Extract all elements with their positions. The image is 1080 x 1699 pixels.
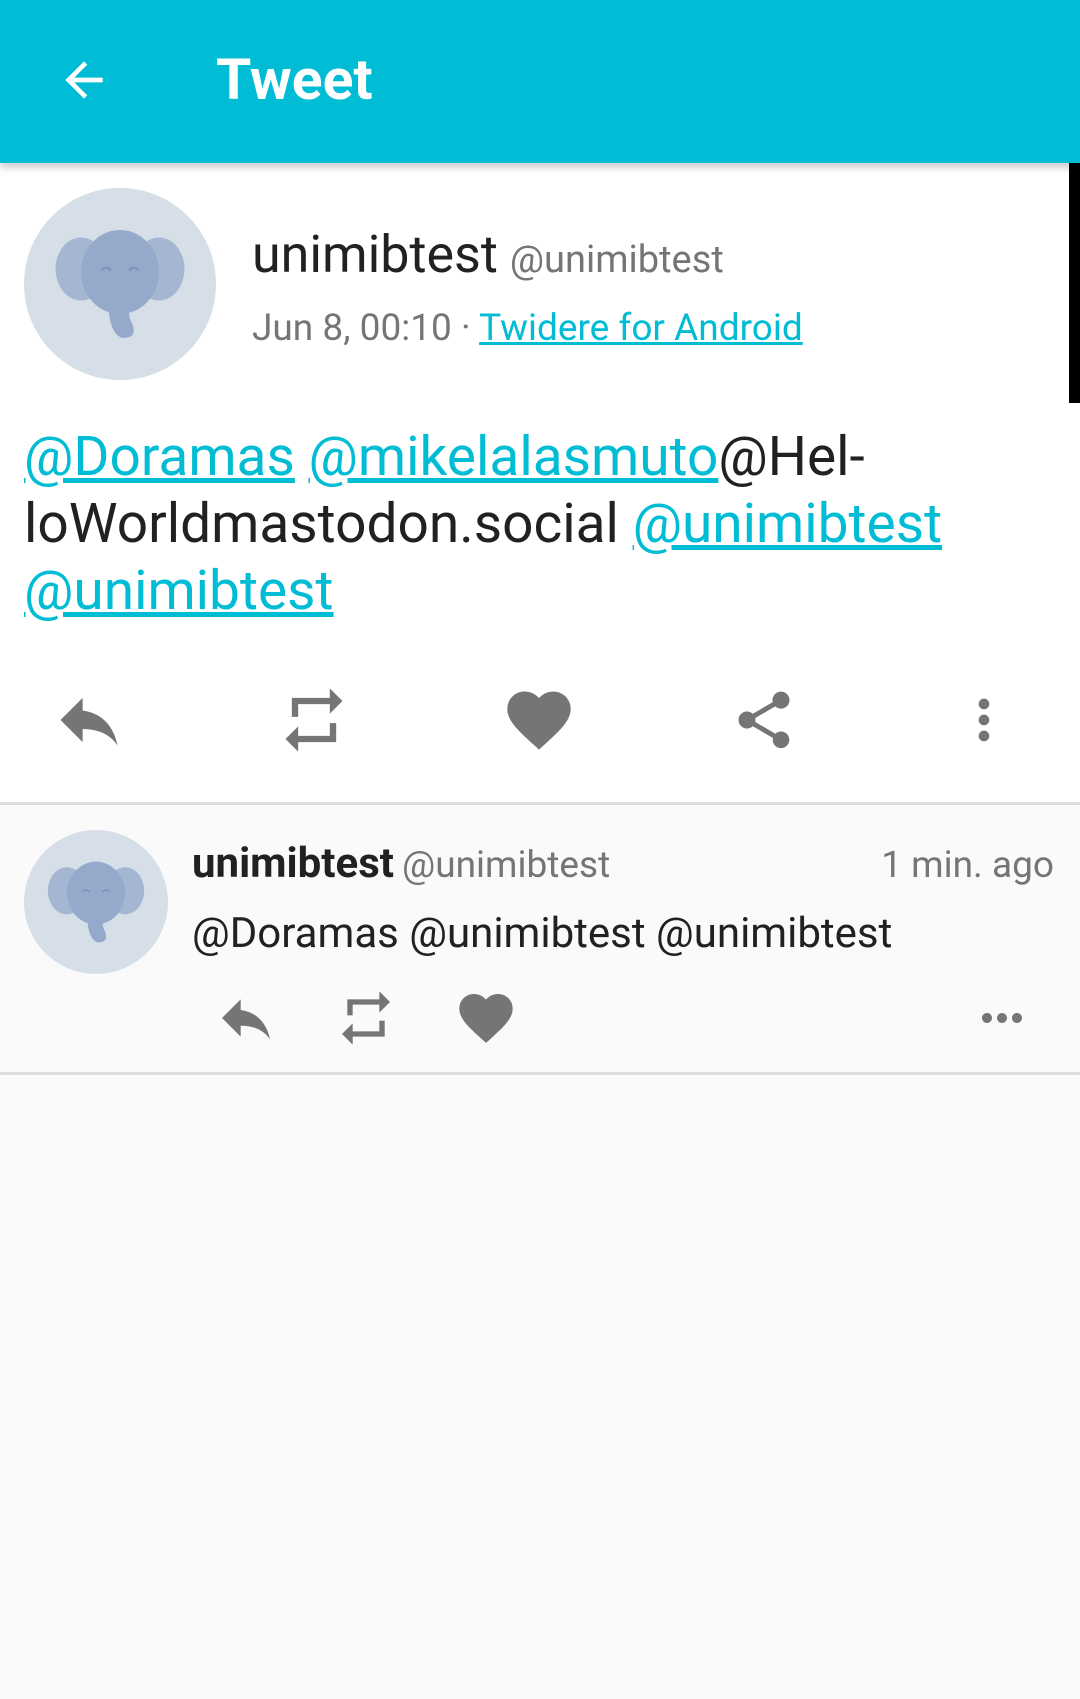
share-icon [738, 691, 790, 749]
reply-icon [60, 697, 118, 746]
page-title: Tweet [216, 46, 373, 113]
arrow-back-icon [65, 61, 103, 99]
more-button[interactable] [929, 680, 1039, 760]
retweet-button[interactable] [259, 680, 369, 760]
share-button[interactable] [709, 680, 819, 760]
reply-time: 1 min. ago [881, 844, 1054, 887]
display-name: unimibtest [252, 224, 498, 285]
avatar[interactable] [24, 188, 216, 380]
user-handle: @unimibtest [509, 238, 724, 282]
scrollbar[interactable] [1069, 163, 1080, 403]
reply-button[interactable] [34, 680, 144, 760]
retweet-button[interactable] [326, 988, 406, 1048]
reply-text[interactable]: @Doramas @unimibtest @unimibtest [192, 906, 892, 962]
more-button[interactable] [962, 988, 1042, 1048]
mention-link[interactable]: @Doramas [24, 425, 295, 489]
retweet-icon [285, 688, 343, 752]
reply-author[interactable]: unimibtest @unimibtest [192, 836, 610, 894]
like-button[interactable] [446, 988, 526, 1048]
status-actions [0, 680, 1080, 760]
status-meta: Jun 8, 00:10 · Twidere for Android [252, 304, 803, 354]
elephant-avatar-icon [47, 861, 145, 943]
reply-avatar[interactable] [24, 830, 168, 974]
reply-actions [0, 988, 1080, 1048]
toolbar: Tweet [0, 0, 1080, 163]
retweet-icon [342, 991, 390, 1045]
heart-icon [459, 994, 513, 1043]
app-root: Tweet unimibtest @unimibtest Jun 8, 00:10… [0, 0, 1080, 1699]
status-text: @Doramas @mikelalasmuto@Hel-loWorldmasto… [24, 424, 1024, 625]
mention-link[interactable]: @mikelalasmuto [309, 425, 719, 489]
divider [0, 1072, 1080, 1075]
status-author[interactable]: unimibtest @unimibtest [252, 222, 724, 293]
heart-icon [507, 691, 571, 750]
mention-link[interactable]: @unimibtest [24, 559, 333, 623]
reply-button[interactable] [206, 988, 286, 1048]
mention-link[interactable]: @unimibtest [633, 492, 942, 556]
reply-icon [222, 999, 270, 1040]
like-button[interactable] [484, 680, 594, 760]
status-time: Jun 8, 00:10 · [252, 307, 480, 350]
display-name: unimibtest [192, 839, 394, 888]
more-vertical-icon [978, 698, 990, 742]
divider [0, 802, 1080, 805]
source-link[interactable]: Twidere for Android [479, 307, 803, 350]
more-horizontal-icon [982, 1013, 1022, 1023]
back-button[interactable] [34, 38, 134, 122]
elephant-avatar-icon [55, 230, 185, 338]
user-handle: @unimibtest [401, 844, 611, 887]
